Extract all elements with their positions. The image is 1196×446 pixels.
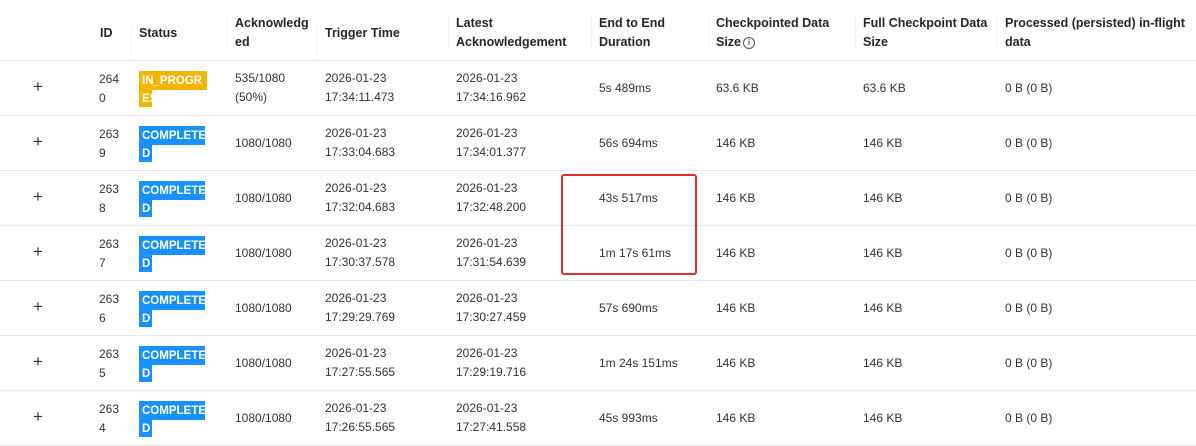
status-badge: COMPLETED [139, 346, 207, 382]
full-checkpoint-data-size: 146 KB [863, 411, 903, 425]
trigger-time: 2026-01-23 17:34:11.473 [325, 71, 395, 104]
checkpoint-id: 263 7 [99, 237, 120, 270]
latest-acknowledgement: 2026-01-23 17:29:19.716 [456, 346, 527, 379]
processed-in-flight-data: 0 B (0 B) [1005, 356, 1053, 370]
duration-highlight-box [561, 174, 697, 275]
info-icon[interactable]: i [743, 37, 756, 49]
checkpointed-data-size: 146 KB [716, 191, 756, 205]
expand-row-button[interactable]: + [31, 187, 45, 207]
expand-row-button[interactable]: + [31, 132, 45, 152]
end-to-end-duration: 1m 24s 151ms [599, 356, 678, 370]
acknowledged-count: 1080/1080 [235, 246, 292, 260]
checkpoint-id: 263 4 [99, 402, 120, 435]
checkpointed-data-size: 146 KB [716, 246, 756, 260]
processed-in-flight-data: 0 B (0 B) [1005, 301, 1053, 315]
full-checkpoint-data-size: 63.6 KB [863, 81, 906, 95]
processed-in-flight-data: 0 B (0 B) [1005, 411, 1053, 425]
latest-acknowledgement: 2026-01-23 17:32:48.200 [456, 181, 527, 214]
checkpoint-id: 263 6 [99, 292, 120, 325]
trigger-time: 2026-01-23 17:29:29.769 [325, 291, 396, 324]
trigger-time: 2026-01-23 17:32:04.683 [325, 181, 396, 214]
table-row[interactable]: +263 6 COMPLETED 1080/1080 2026-01-23 17:29:2… [0, 281, 1196, 336]
acknowledged-count: 1080/1080 [235, 411, 292, 425]
trigger-time: 2026-01-23 17:33:04.683 [325, 126, 396, 159]
header-processed-in-flight-data: Processed (persisted) in-flight data [997, 14, 1185, 52]
full-checkpoint-data-size: 146 KB [863, 356, 903, 370]
checkpoint-id: 263 8 [99, 182, 120, 215]
expand-row-button[interactable]: + [31, 242, 45, 262]
full-checkpoint-data-size: 146 KB [863, 246, 903, 260]
table-row[interactable]: +263 5 COMPLETED 1080/1080 2026-01-23 17:27:5… [0, 336, 1196, 391]
header-end-to-end-duration: End to End Duration [591, 14, 665, 52]
table-header: ID Status Acknowledg ed Trigger Time Late… [0, 0, 1196, 61]
status-badge: COMPLETED [139, 401, 207, 437]
expand-row-button[interactable]: + [31, 297, 45, 317]
checkpointed-data-size: 146 KB [716, 301, 756, 315]
processed-in-flight-data: 0 B (0 B) [1005, 191, 1053, 205]
end-to-end-duration: 45s 993ms [599, 411, 658, 425]
acknowledged-count: 1080/1080 [235, 356, 292, 370]
latest-acknowledgement: 2026-01-23 17:34:16.962 [456, 71, 527, 104]
header-trigger-time: Trigger Time [317, 24, 400, 58]
processed-in-flight-data: 0 B (0 B) [1005, 246, 1053, 260]
status-badge: COMPLETED [139, 126, 207, 162]
trigger-time: 2026-01-23 17:27:55.565 [325, 346, 396, 379]
latest-acknowledgement: 2026-01-23 17:34:01.377 [456, 126, 527, 159]
end-to-end-duration: 56s 694ms [599, 136, 658, 150]
checkpointed-data-size: 63.6 KB [716, 81, 759, 95]
end-to-end-duration: 5s 489ms [599, 81, 652, 95]
header-checkpointed-data-size: Checkpointed Data Size i [708, 14, 829, 52]
checkpointed-data-size: 146 KB [716, 356, 756, 370]
header-full-checkpoint-data-size: Full Checkpoint Data Size [855, 14, 987, 52]
checkpointed-data-size: 146 KB [716, 411, 756, 425]
table-row[interactable]: +263 9 COMPLETED 1080/1080 2026-01-23 17:33:0… [0, 116, 1196, 171]
latest-acknowledgement: 2026-01-23 17:31:54.639 [456, 236, 527, 269]
status-badge: COMPLETED [139, 181, 207, 217]
checkpoint-id: 264 0 [99, 72, 120, 105]
acknowledged-count: 1080/1080 [235, 191, 292, 205]
end-to-end-duration: 57s 690ms [599, 301, 658, 315]
checkpoint-id: 263 5 [99, 347, 120, 380]
checkpointed-data-size: 146 KB [716, 136, 756, 150]
header-id: ID [100, 26, 113, 40]
acknowledged-count: 1080/1080 [235, 136, 292, 150]
full-checkpoint-data-size: 146 KB [863, 136, 903, 150]
status-badge: COMPLETED [139, 236, 207, 272]
table-row[interactable]: +264 0 IN_PROGRESS 535/1080 (50%) 2026-01-23 1… [0, 61, 1196, 116]
acknowledged-count: 535/1080 (50%) [235, 71, 286, 104]
header-status: Status [131, 24, 177, 58]
trigger-time: 2026-01-23 17:30:37.578 [325, 236, 396, 269]
checkpoint-id: 263 9 [99, 127, 120, 160]
full-checkpoint-data-size: 146 KB [863, 191, 903, 205]
trigger-time: 2026-01-23 17:26:55.565 [325, 401, 396, 434]
table-row[interactable]: +263 4 COMPLETED 1080/1080 2026-01-23 17:26:5… [0, 391, 1196, 446]
full-checkpoint-data-size: 146 KB [863, 301, 903, 315]
expand-row-button[interactable]: + [31, 352, 45, 372]
status-badge: IN_PROGRESS [139, 71, 207, 107]
expand-row-button[interactable]: + [31, 77, 45, 97]
header-acknowledged: Acknowledg ed [227, 14, 309, 52]
latest-acknowledgement: 2026-01-23 17:30:27.459 [456, 291, 527, 324]
acknowledged-count: 1080/1080 [235, 301, 292, 315]
latest-acknowledgement: 2026-01-23 17:27:41.558 [456, 401, 527, 434]
processed-in-flight-data: 0 B (0 B) [1005, 81, 1053, 95]
status-badge: COMPLETED [139, 291, 207, 327]
processed-in-flight-data: 0 B (0 B) [1005, 136, 1053, 150]
expand-row-button[interactable]: + [31, 407, 45, 427]
header-latest-acknowledgement: Latest Acknowledgement [448, 14, 566, 52]
